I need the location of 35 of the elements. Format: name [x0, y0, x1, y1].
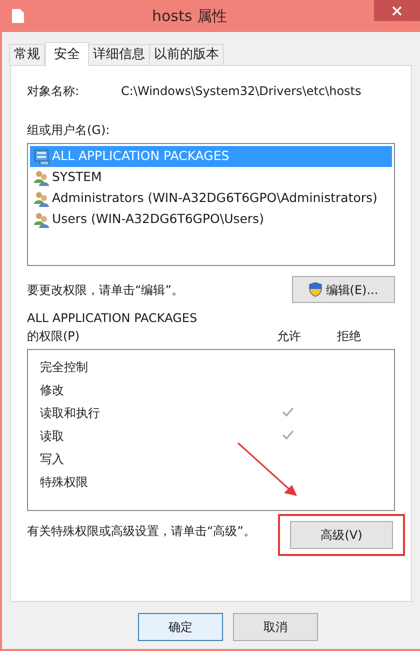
file-icon: [12, 9, 24, 23]
tab[interactable]: 常规: [9, 44, 45, 65]
object-name-label: 对象名称:: [27, 83, 80, 100]
column-header: 拒绝: [336, 328, 362, 345]
window-title: hosts 属性: [152, 6, 227, 27]
object-name-value: C:\Windows\System32\Drivers\etc\hosts: [121, 83, 362, 100]
permissions-title: ALL APPLICATION PACKAGES: [27, 310, 198, 327]
permission-name: 读取和执行: [40, 404, 101, 422]
permission-name: 修改: [40, 382, 65, 398]
groups-label: 组或用户名(G):: [27, 122, 110, 139]
permission-name: 读取: [40, 428, 65, 444]
edit-hint: 要更改权限，请单击“编辑”。: [27, 282, 184, 298]
permission-name: 写入: [40, 450, 65, 468]
permissions-label: 的权限(P): [27, 328, 81, 345]
shield-icon: [308, 282, 322, 297]
package-group-icon: [34, 148, 50, 164]
group-list-item[interactable]: Users (WIN-A32DG6T6GPO\Users): [30, 209, 392, 230]
dialog-button[interactable]: 确定: [138, 613, 223, 641]
column-header: 允许: [276, 328, 302, 345]
group-list-item[interactable]: Administrators (WIN-A32DG6T6GPO\Administrators): [30, 188, 392, 209]
users-icon: [34, 190, 50, 206]
group-list-item[interactable]: SYSTEM: [30, 167, 392, 188]
dialog-button[interactable]: 取消: [233, 613, 318, 641]
permission-name: 特殊权限: [40, 474, 89, 490]
close-icon: [392, 6, 402, 16]
users-icon: [34, 212, 50, 228]
advanced-button[interactable]: 高级(V): [290, 521, 393, 549]
close-button[interactable]: [374, 0, 420, 21]
edit-button[interactable]: 编辑(E)...: [292, 276, 395, 303]
users-icon: [34, 170, 50, 186]
annotation-arrow: [237, 442, 297, 496]
permission-name: 完全控制: [40, 358, 89, 376]
tab[interactable]: 安全: [45, 42, 89, 66]
tab[interactable]: 以前的版本: [149, 44, 224, 65]
advanced-hint: 有关特殊权限或高级设置，请单击“高级”。: [27, 523, 256, 540]
